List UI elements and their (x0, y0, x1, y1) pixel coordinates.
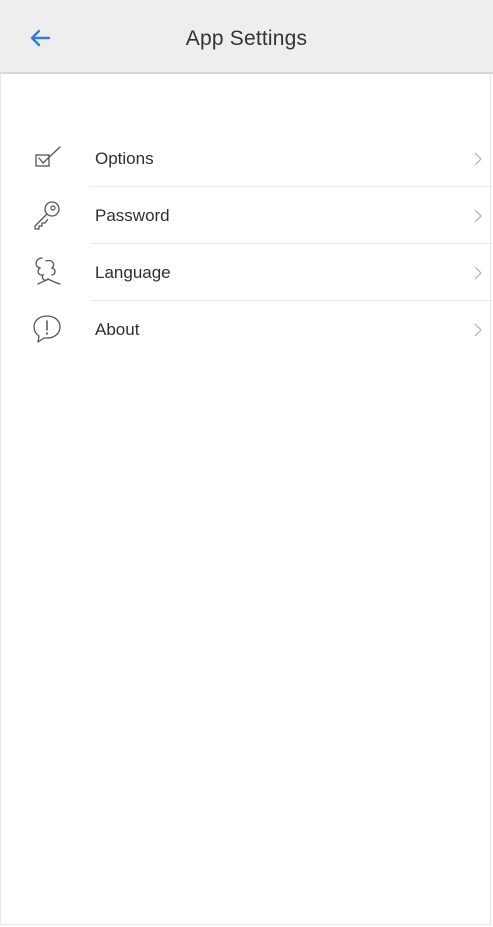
key-icon (27, 197, 67, 233)
settings-item-label: Password (95, 206, 170, 225)
back-button[interactable] (18, 20, 62, 60)
language-icon (27, 254, 67, 290)
arrow-left-icon (29, 28, 51, 53)
settings-list: Options Password Language About (0, 130, 493, 358)
settings-item-label: About (95, 320, 140, 339)
settings-item-label: Language (95, 263, 171, 282)
page-title: App Settings (185, 27, 308, 50)
settings-item-label: Options (95, 149, 154, 168)
chevron-right-icon (471, 149, 485, 169)
checkbox-check-icon (27, 140, 67, 176)
app-header: App Settings (0, 0, 493, 74)
chevron-right-icon (471, 320, 485, 340)
settings-item-about[interactable]: About (0, 301, 493, 358)
settings-item-language[interactable]: Language (0, 244, 493, 301)
settings-item-options[interactable]: Options (0, 130, 493, 187)
info-bubble-icon (27, 311, 67, 347)
chevron-right-icon (471, 206, 485, 226)
settings-item-password[interactable]: Password (0, 187, 493, 244)
chevron-right-icon (471, 263, 485, 283)
